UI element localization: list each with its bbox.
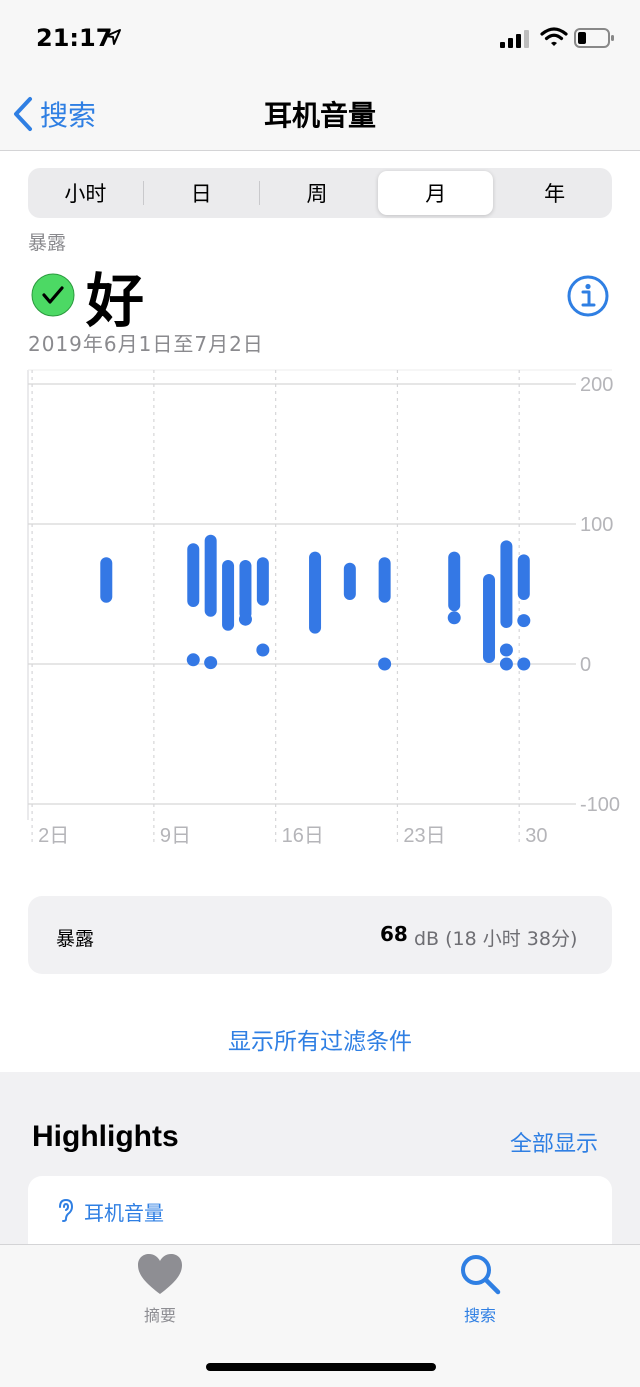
location-arrow-icon [105,29,121,45]
tab-search[interactable]: 搜索 [440,1252,520,1326]
chart-point [499,643,513,657]
chart-x-tick-label: 16日 [282,825,324,847]
search-icon [461,1255,501,1295]
segment-label: 小时 [64,182,107,206]
segment-year[interactable]: 年 [497,171,612,215]
checkmark-circle-icon [31,273,75,317]
summary-unit: dB (18 小时 38分) [414,928,578,950]
segment-month[interactable]: 月 [378,171,494,215]
home-indicator [206,1363,436,1371]
highlights-title: Highlights [32,1120,179,1153]
summary-value: 68 [380,922,408,946]
status-time: 21:17 [36,24,113,52]
info-icon[interactable] [566,274,610,318]
segment-divider [374,181,375,205]
date-range: 2019年6月1日至7月2日 [28,332,264,356]
battery-icon [574,28,614,48]
chart-point [204,656,218,670]
exposure-chart: 200 100 0 -100 2日 9日 16日 23日 30 [27,369,620,847]
segment-day[interactable]: 日 [144,171,259,215]
summary-label: 暴露 [56,928,95,950]
segment-label: 日 [190,182,212,206]
chart-x-tick-label: 2日 [38,825,69,847]
chart-point [447,611,461,625]
heart-icon [138,1254,182,1294]
show-all-filters-link[interactable]: 显示所有过滤条件 [0,1022,640,1056]
chart-y-tick-label: 100 [580,514,613,536]
chart-point [256,643,270,657]
chart-point [186,653,200,667]
chart-y-tick-label: -100 [580,794,620,816]
chart-point [517,657,531,671]
show-all-button[interactable]: 全部显示 [510,1126,598,1158]
cellular-signal-icon [500,30,529,48]
segment-label: 年 [544,182,566,206]
chart-y-tick-label: 0 [580,654,591,676]
tab-summary[interactable]: 摘要 [120,1252,200,1326]
exposure-status: 好 [86,267,145,335]
segment-week[interactable]: 周 [260,171,375,215]
chart-x-tick-label: 9日 [160,825,191,847]
chart-point [238,612,252,626]
wifi-icon [540,27,568,46]
tab-search-label: 搜索 [463,1306,496,1325]
chart-x-tick-label: 30 [525,825,547,847]
ear-icon [59,1198,74,1222]
period-segmented-control: 小时 日 周 月 年 [28,168,612,218]
segment-hour[interactable]: 小时 [28,171,143,215]
exposure-label: 暴露 [28,232,67,254]
chart-point [517,614,531,628]
segment-label: 月 [425,182,447,206]
segment-label: 周 [306,182,328,206]
highlight-card-label: 耳机音量 [84,1201,164,1225]
chart-x-tick-label: 23日 [403,825,445,847]
chart-point [499,657,513,671]
chart-y-tick-label: 200 [580,374,613,396]
tab-summary-label: 摘要 [143,1306,176,1325]
chart-point [378,657,392,671]
page-title: 耳机音量 [263,99,376,132]
